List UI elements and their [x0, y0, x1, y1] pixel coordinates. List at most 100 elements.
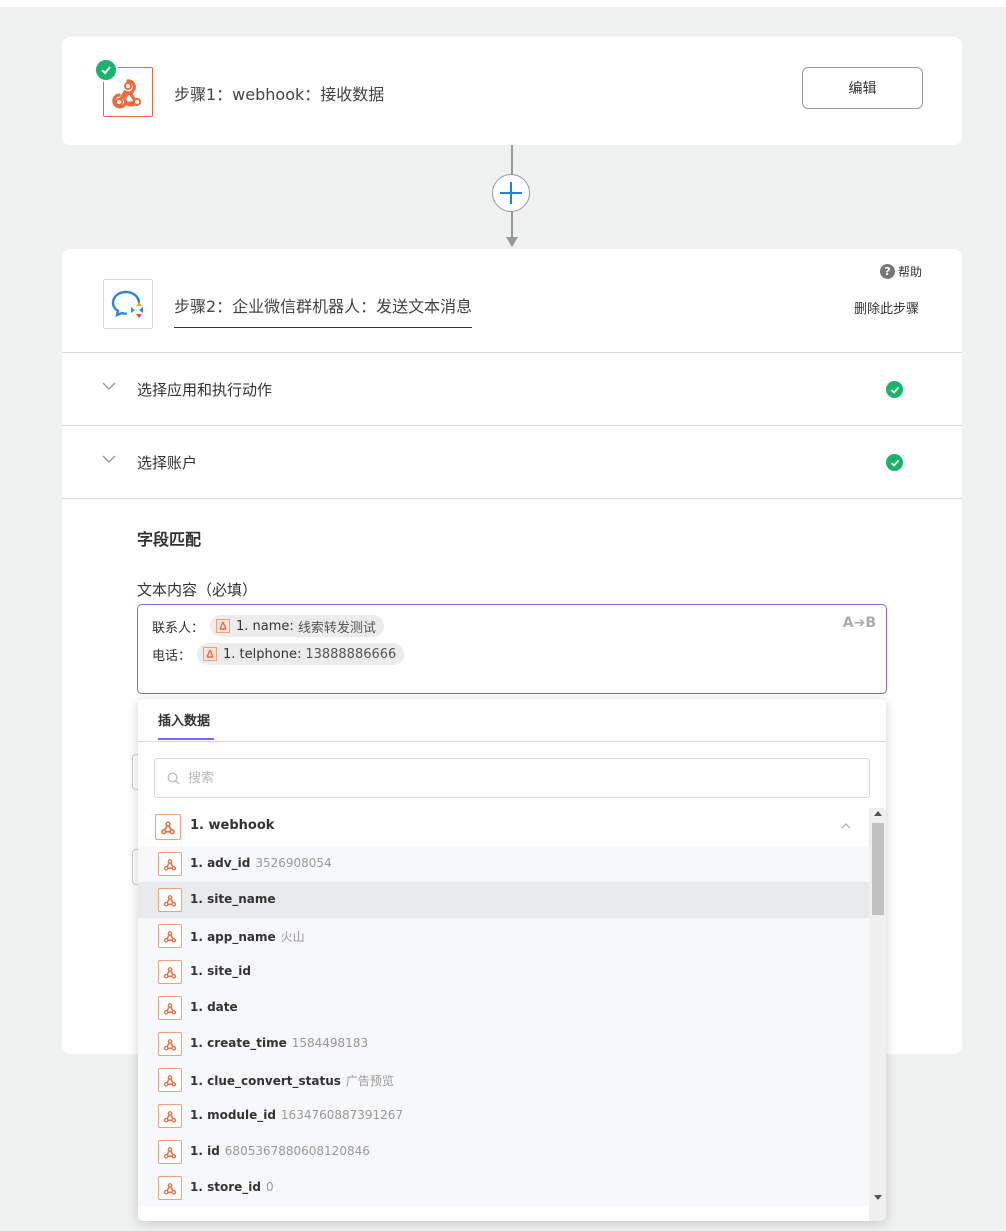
webhook-icon [203, 647, 218, 661]
step2-title[interactable]: 步骤2：企业微信群机器人：发送文本消息 [174, 293, 473, 328]
section-label: 选择账户 [137, 454, 198, 472]
item-key-text: 1. adv_id [190, 856, 251, 870]
item-key: 1. site_id [190, 964, 256, 978]
data-item[interactable]: 1. id 6805367880608120846 [138, 1134, 869, 1170]
wecom-robot-icon [103, 279, 153, 329]
item-key-text: 1. clue_convert_status [190, 1074, 341, 1088]
connector-arrow-icon [506, 237, 518, 247]
data-item-list: 1. adv_id 3526908054 1. site_name 1. app_na… [138, 846, 869, 1206]
tab-insert-data[interactable]: 插入数据 [158, 710, 210, 729]
chip-value: 13888886666 [305, 646, 397, 662]
item-key: 1. clue_convert_status 广告预览 [190, 1072, 394, 1089]
item-key: 1. adv_id 3526908054 [190, 856, 332, 870]
top-strip [0, 0, 1006, 7]
line-prefix: 电话： [152, 648, 192, 664]
item-value: 广告预览 [345, 1074, 394, 1088]
group-webhook-header[interactable]: 1. webhook [138, 808, 869, 846]
item-key-text: 1. create_time [190, 1036, 287, 1050]
section-select-app-action[interactable]: 选择应用和执行动作 [62, 352, 962, 425]
data-item[interactable]: 1. site_id [138, 954, 869, 990]
webhook-icon [158, 1140, 182, 1164]
item-key-text: 1. store_id [190, 1180, 261, 1194]
search-input[interactable] [186, 769, 790, 787]
item-key: 1. date [190, 1000, 243, 1014]
webhook-icon [158, 1176, 182, 1200]
step1-title: 步骤1：webhook：接收数据 [174, 85, 385, 104]
data-item[interactable]: 1. date [138, 990, 869, 1026]
data-item[interactable]: 1. site_name [138, 882, 869, 918]
item-key: 1. site_name [190, 892, 281, 906]
item-value: 1584498183 [291, 1036, 369, 1050]
item-key-text: 1. module_id [190, 1108, 276, 1122]
item-value: 6805367880608120846 [224, 1144, 370, 1158]
webhook-icon [158, 924, 182, 948]
step1-complete-check-icon [94, 58, 118, 82]
insert-data-dropdown: 插入数据 1. webhook 1. adv_id 3526908054 1. si… [138, 699, 886, 1221]
item-key: 1. app_name 火山 [190, 928, 305, 945]
data-item[interactable]: 1. clue_convert_status 广告预览 [138, 1062, 869, 1098]
section-select-account[interactable]: 选择账户 [62, 425, 962, 498]
complete-check-icon [886, 381, 903, 398]
item-key-text: 1. date [190, 1000, 238, 1014]
item-key: 1. create_time 1584498183 [190, 1036, 368, 1050]
data-chip[interactable]: 1. name: 线索转发测试 [210, 615, 384, 637]
item-key-text: 1. id [190, 1144, 220, 1158]
editor-line: 联系人： 1. name: 线索转发测试 [152, 615, 384, 637]
item-value: 火山 [280, 930, 305, 944]
chevron-up-icon[interactable] [841, 822, 851, 829]
webhook-icon [158, 888, 182, 912]
section-divider [62, 498, 962, 499]
active-tab-indicator [158, 738, 214, 740]
line-prefix: 联系人： [152, 620, 205, 636]
webhook-icon [158, 1104, 182, 1128]
item-key: 1. store_id 0 [190, 1180, 274, 1194]
item-key-text: 1. site_name [190, 892, 276, 906]
item-key: 1. id 6805367880608120846 [190, 1144, 370, 1158]
item-key-text: 1. site_id [190, 964, 251, 978]
data-item[interactable]: 1. create_time 1584498183 [138, 1026, 869, 1062]
webhook-icon [155, 814, 181, 840]
data-item[interactable]: 1. store_id 0 [138, 1170, 869, 1206]
chip-key: 1. name: [236, 618, 294, 634]
help-label: 帮助 [898, 265, 923, 279]
add-step-button[interactable] [492, 174, 530, 212]
scrollbar-thumb[interactable] [872, 823, 884, 915]
chip-key: 1. telphone: [223, 646, 302, 662]
webhook-icon [158, 1068, 182, 1092]
scroll-up-arrow-icon[interactable] [874, 811, 882, 816]
data-item[interactable]: 1. app_name 火山 [138, 918, 869, 954]
item-value: 1634760887391267 [280, 1108, 404, 1122]
item-value: 3526908054 [255, 856, 332, 870]
item-value: 0 [265, 1180, 274, 1194]
edit-button[interactable]: 编辑 [802, 67, 923, 109]
data-item[interactable]: 1. adv_id 3526908054 [138, 846, 869, 882]
transform-button[interactable]: A➔B [843, 615, 876, 631]
search-box [154, 758, 870, 798]
webhook-icon [158, 996, 182, 1020]
text-content-label: 文本内容（必填） [137, 581, 258, 599]
chevron-down-icon [102, 382, 116, 390]
chip-value: 线索转发测试 [297, 620, 376, 636]
field-mapping-title: 字段匹配 [137, 530, 202, 549]
section-label: 选择应用和执行动作 [137, 381, 273, 399]
help-link[interactable]: ? 帮助 [880, 263, 922, 280]
text-content-editor[interactable]: 联系人： 1. name: 线索转发测试 电话： 1. telphone: 13… [137, 604, 887, 694]
search-icon [167, 772, 180, 784]
webhook-icon [158, 1032, 182, 1056]
webhook-icon [158, 960, 182, 984]
step1-card: 步骤1：webhook：接收数据 编辑 [62, 37, 962, 145]
delete-step-link[interactable]: 删除此步骤 [854, 298, 919, 317]
tab-divider [138, 741, 886, 742]
item-key-text: 1. app_name [190, 930, 276, 944]
webhook-icon [158, 852, 182, 876]
data-chip[interactable]: 1. telphone: 13888886666 [197, 643, 405, 665]
editor-line: 电话： 1. telphone: 13888886666 [152, 643, 405, 665]
scroll-down-arrow-icon[interactable] [874, 1195, 882, 1200]
help-question-icon: ? [880, 264, 895, 279]
webhook-icon [216, 619, 231, 633]
item-key: 1. module_id 1634760887391267 [190, 1108, 403, 1122]
data-item[interactable]: 1. module_id 1634760887391267 [138, 1098, 869, 1134]
group-name: 1. webhook [190, 818, 275, 833]
complete-check-icon [886, 454, 903, 471]
plus-icon [500, 182, 522, 204]
